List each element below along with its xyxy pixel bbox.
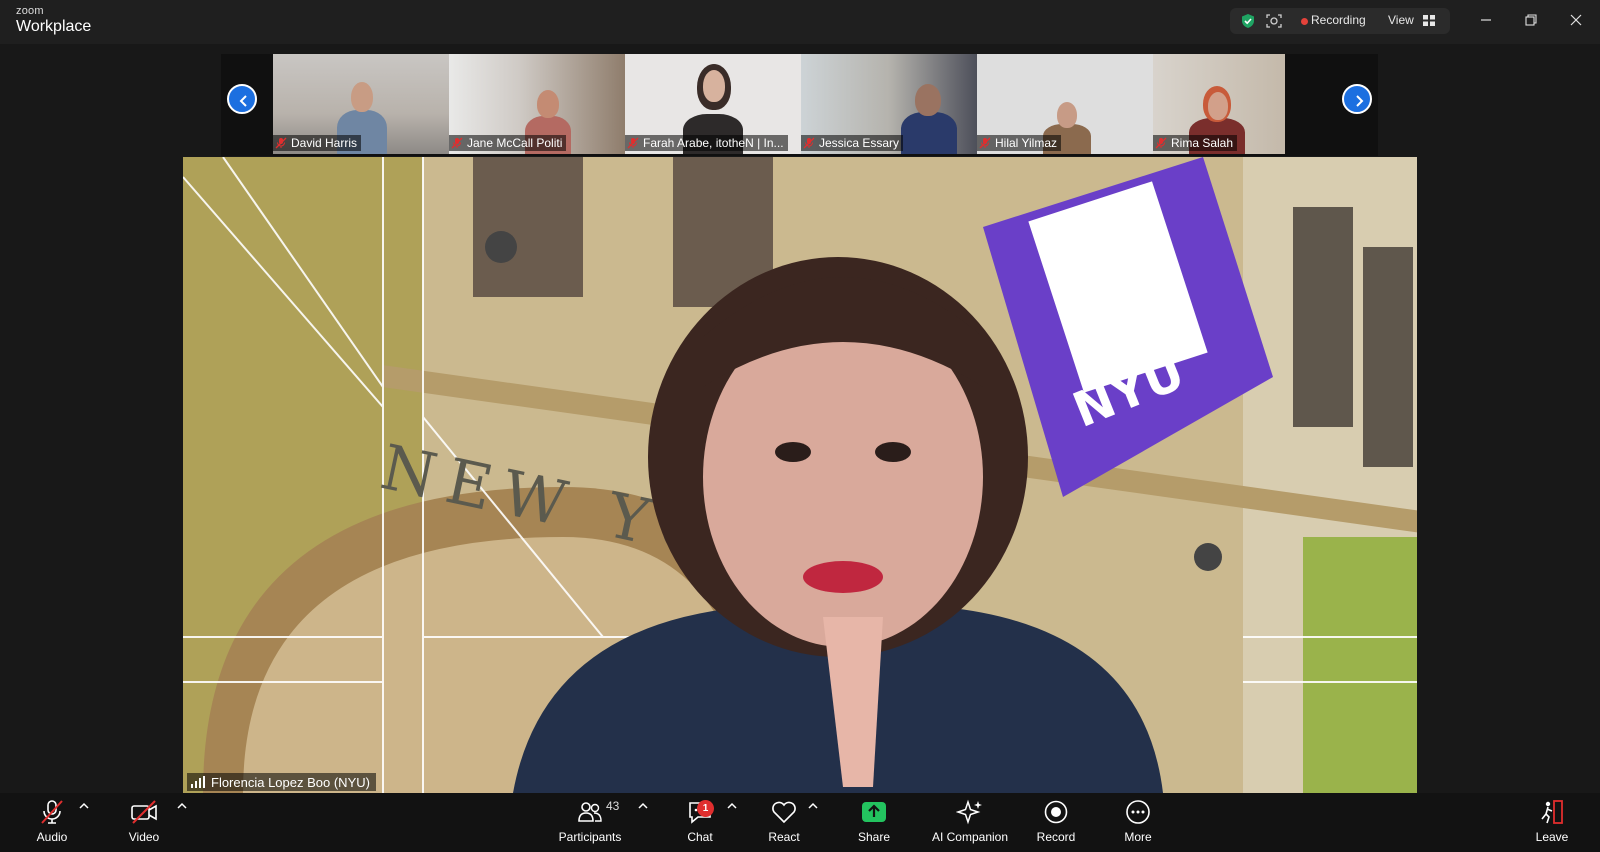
heart-icon <box>772 801 796 824</box>
record-button[interactable]: Record <box>1016 799 1096 849</box>
chat-options-chevron-up-icon[interactable] <box>726 801 738 811</box>
muted-mic-icon <box>979 137 991 149</box>
participant-tile[interactable]: David Harris <box>273 54 449 154</box>
participant-name: Hilal Yilmaz <box>995 136 1058 150</box>
scan-icon[interactable] <box>1266 13 1282 29</box>
participant-face <box>1208 92 1228 120</box>
participant-face <box>351 82 373 112</box>
participants-count: 43 <box>606 799 620 813</box>
participant-nameplate: Farah Arabe, itotheN | In... <box>625 135 788 151</box>
leave-door-icon <box>1541 800 1563 824</box>
sparkle-icon <box>956 799 982 825</box>
participant-tile[interactable]: Farah Arabe, itotheN | In... <box>625 54 801 154</box>
audio-options-chevron-up-icon[interactable] <box>78 801 90 811</box>
react-label: React <box>768 830 800 844</box>
speaker-nameplate: Florencia Lopez Boo (NYU) <box>187 773 376 791</box>
meeting-status-bar: Recording View <box>1230 8 1450 34</box>
close-icon[interactable] <box>1566 10 1586 30</box>
participant-nameplate: Rima Salah <box>1153 135 1238 151</box>
participant-tile[interactable]: Rima Salah <box>1153 54 1285 154</box>
signal-strength-icon <box>191 776 205 788</box>
muted-mic-icon <box>41 800 63 824</box>
share-label: Share <box>857 830 891 844</box>
muted-mic-icon <box>627 137 639 149</box>
grid-icon[interactable] <box>1423 15 1435 26</box>
record-label: Record <box>1036 830 1076 844</box>
participant-face <box>915 84 941 116</box>
speaker-name: Florencia Lopez Boo (NYU) <box>211 774 370 790</box>
recording-label[interactable]: Recording <box>1311 13 1366 27</box>
muted-mic-icon <box>1155 137 1167 149</box>
shield-icon[interactable] <box>1240 13 1256 29</box>
participant-tile[interactable]: Hilal Yilmaz <box>977 54 1153 154</box>
video-options-chevron-up-icon[interactable] <box>176 801 188 811</box>
participants-label: Participants <box>558 830 622 844</box>
view-button[interactable]: View <box>1388 13 1414 27</box>
participant-nameplate: Jessica Essary <box>801 135 904 151</box>
chat-unread-badge: 1 <box>697 800 714 817</box>
participant-face <box>1057 102 1077 128</box>
participants-options-chevron-up-icon[interactable] <box>637 801 649 811</box>
ai-companion-button[interactable]: AI Companion <box>920 799 1020 849</box>
share-button[interactable]: Share <box>834 799 914 849</box>
video-off-icon <box>131 800 157 824</box>
participant-name: Rima Salah <box>1171 136 1234 150</box>
muted-mic-icon <box>803 137 815 149</box>
participant-face <box>537 90 559 118</box>
participant-face <box>703 70 725 102</box>
muted-mic-icon <box>451 137 463 149</box>
minimize-icon[interactable] <box>1476 10 1496 30</box>
participant-name: Jane McCall Politi <box>467 136 563 150</box>
brand-name: Workplace <box>16 18 92 35</box>
virtual-background: NEW YO NYU <box>183 157 1417 793</box>
chevron-left-icon <box>239 95 247 107</box>
meeting-toolbar: Audio Video Participants 43 Chat React S… <box>0 793 1600 852</box>
participant-name: Jessica Essary <box>819 136 900 150</box>
leave-button[interactable]: Leave <box>1512 799 1592 849</box>
react-options-chevron-up-icon[interactable] <box>807 801 819 811</box>
restore-icon[interactable] <box>1521 10 1541 30</box>
chat-label: Chat <box>687 830 713 844</box>
recording-dot <box>1301 18 1308 25</box>
participant-nameplate: Jane McCall Politi <box>449 135 567 151</box>
more-label: More <box>1124 830 1152 844</box>
participant-name: David Harris <box>291 136 358 150</box>
record-icon <box>1044 800 1068 824</box>
leave-label: Leave <box>1535 830 1569 844</box>
more-button[interactable]: More <box>1098 799 1178 849</box>
participants-icon <box>578 802 602 822</box>
muted-mic-icon <box>275 137 287 149</box>
gallery-strip: David Harris Jane McCall Politi Farah Ar… <box>221 54 1378 156</box>
participant-tile[interactable]: Jessica Essary <box>801 54 977 154</box>
share-screen-icon <box>862 802 886 822</box>
video-button[interactable]: Video <box>104 799 184 849</box>
participant-tile[interactable]: Jane McCall Politi <box>449 54 625 154</box>
participant-name: Farah Arabe, itotheN | In... <box>643 136 784 150</box>
app-logo: zoom Workplace <box>16 6 91 35</box>
brand-small: zoom <box>16 5 44 17</box>
active-speaker-video[interactable]: NEW YO NYU Florencia Lopez Boo (NYU) <box>183 157 1417 793</box>
audio-label: Audio <box>36 830 68 844</box>
title-bar: zoom Workplace Recording View <box>0 0 1600 44</box>
participant-nameplate: David Harris <box>273 135 362 151</box>
gallery-prev-button[interactable] <box>227 84 257 114</box>
participant-body <box>901 112 957 154</box>
more-icon <box>1126 800 1150 824</box>
video-label: Video <box>128 830 160 844</box>
chevron-right-icon <box>1356 95 1364 107</box>
participant-nameplate: Hilal Yilmaz <box>977 135 1062 151</box>
gallery-next-button[interactable] <box>1342 84 1372 114</box>
ai-companion-label: AI Companion <box>931 830 1009 844</box>
